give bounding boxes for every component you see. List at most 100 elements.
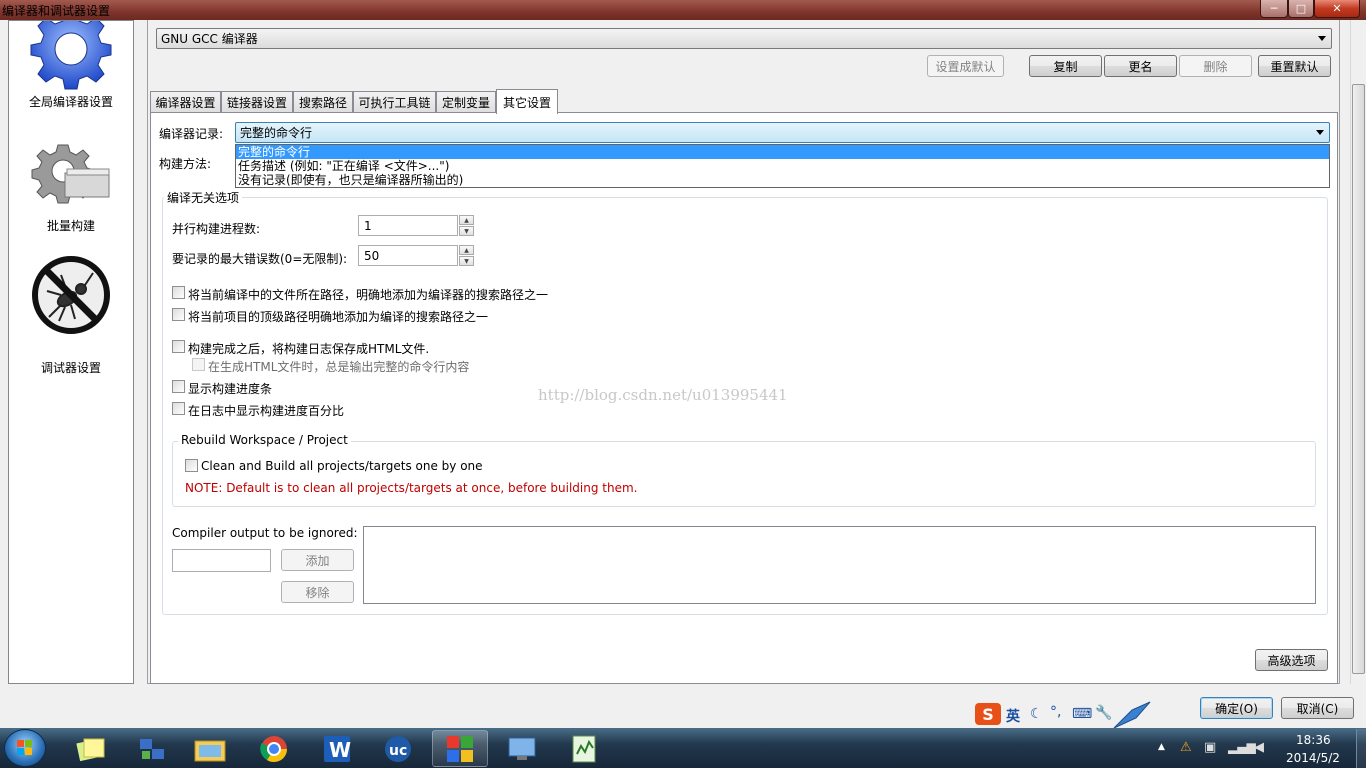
watermark: http://blog.csdn.net/u013995441 (538, 386, 788, 404)
max-errors-input[interactable]: 50 (358, 245, 458, 266)
scrollbar[interactable] (1350, 20, 1366, 684)
tab-linker-settings[interactable]: 链接器设置 (221, 91, 293, 113)
rename-button[interactable]: 更名 (1104, 55, 1177, 77)
add-file-path-checkbox[interactable] (172, 286, 185, 299)
logging-select[interactable]: 完整的命令行 (235, 122, 1330, 143)
progress-percent-label: 在日志中显示构建进度百分比 (188, 404, 345, 418)
taskbar-network[interactable] (124, 730, 180, 767)
taskbar-uc-browser[interactable]: uc (370, 730, 426, 767)
tray-device-icon[interactable]: ▣ (1204, 740, 1216, 755)
set-default-button[interactable]: 设置成默认 (927, 55, 1004, 77)
chevron-down-icon (1318, 36, 1326, 41)
add-project-path-label: 将当前项目的顶级路径明确地添加为编译的搜索路径之一 (188, 310, 489, 324)
tray-expand-icon[interactable]: ▲ (1158, 742, 1165, 752)
clock-time[interactable]: 18:36 (1296, 733, 1331, 747)
ime-lang-toggle[interactable]: 英 (1006, 706, 1020, 726)
sidebar: 全局编译器设置 批量构建 调试器设置 (8, 20, 134, 684)
reset-default-button[interactable]: 重置默认 (1258, 55, 1331, 77)
title-bar: 编译器和调试器设置 (0, 0, 1366, 20)
sogou-ime-icon[interactable]: S (975, 703, 1001, 725)
close-button[interactable]: ✕ (1314, 0, 1360, 18)
logging-label: 编译器记录: (159, 127, 224, 141)
taskbar-remote-desktop[interactable] (494, 730, 550, 767)
windows-logo-icon (17, 740, 32, 755)
taskbar-notepad[interactable] (556, 730, 612, 767)
ime-punct-icon[interactable]: °, (1050, 704, 1061, 720)
save-html-log-label: 构建完成之后，将构建日志保存成HTML文件. (188, 342, 430, 356)
maximize-button[interactable]: □ (1288, 0, 1314, 18)
sticky-notes-icon (76, 738, 105, 761)
divider (172, 275, 1315, 276)
ok-button[interactable]: 确定(O) (1200, 697, 1273, 719)
close-icon: ✕ (1332, 2, 1342, 15)
tray-network-icon[interactable]: ▂▄▆ (1228, 740, 1256, 754)
tab-other-settings[interactable]: 其它设置 (496, 89, 558, 114)
taskbar-wps[interactable]: W (309, 730, 365, 767)
start-button[interactable] (4, 729, 46, 767)
taskbar-sticky-notes[interactable] (62, 730, 118, 767)
folder-icon (194, 740, 226, 761)
word-icon: W (324, 735, 351, 762)
rebuild-group (172, 441, 1316, 507)
tab-search-paths[interactable]: 搜索路径 (293, 91, 353, 113)
taskbar-codeblocks[interactable] (432, 730, 488, 767)
delete-button[interactable]: 删除 (1179, 55, 1252, 77)
notepad-icon (572, 735, 596, 762)
scrollbar-thumb[interactable] (1352, 84, 1365, 674)
progress-bar-label: 显示构建进度条 (188, 382, 273, 396)
dropdown-option[interactable]: 任务描述 (例如: "正在编译 <文件>...") (236, 159, 1329, 173)
add-project-path-checkbox[interactable] (172, 308, 185, 321)
ignored-output-input[interactable] (172, 549, 271, 572)
save-html-log-checkbox[interactable] (172, 340, 185, 353)
show-desktop-button[interactable] (1356, 729, 1366, 768)
tray-volume-icon[interactable]: ◀ (1254, 740, 1264, 755)
ime-keyboard-icon[interactable]: ⌨ (1072, 706, 1092, 722)
sidebar-item-label: 批量构建 (46, 219, 95, 233)
ignored-output-list[interactable] (363, 526, 1316, 604)
sidebar-item-batch-build[interactable]: 批量构建 (9, 139, 133, 235)
cancel-button[interactable]: 取消(C) (1281, 697, 1354, 719)
minimize-button[interactable]: ─ (1260, 0, 1288, 18)
clock-date[interactable]: 2014/5/2 (1286, 751, 1340, 765)
copy-button[interactable]: 复制 (1029, 55, 1102, 77)
compiler-select[interactable]: GNU GCC 编译器 (156, 28, 1332, 49)
ime-wrench-icon[interactable]: 🔧 (1095, 705, 1112, 721)
dropdown-option[interactable]: 没有记录(即使有，也只是编译器所输出的) (236, 173, 1329, 187)
sidebar-item-global-compiler[interactable]: 全局编译器设置 (9, 21, 133, 113)
add-ignored-button[interactable]: 添加 (281, 549, 354, 571)
dropdown-option[interactable]: 完整的命令行 (236, 145, 1329, 159)
full-cmdline-html-checkbox[interactable] (192, 358, 205, 371)
sidebar-item-debugger[interactable]: 调试器设置 (9, 255, 133, 375)
build-method-label: 构建方法: (159, 157, 212, 171)
svg-text:W: W (329, 738, 351, 762)
advanced-options-button[interactable]: 高级选项 (1255, 649, 1328, 671)
debugger-bug-icon (32, 256, 110, 334)
clean-build-checkbox[interactable] (185, 459, 198, 472)
spin-up-icon[interactable]: ▲ (459, 245, 474, 255)
taskbar-chrome[interactable] (246, 730, 302, 767)
tab-compiler-settings[interactable]: 编译器设置 (150, 91, 221, 113)
tab-toolchain[interactable]: 可执行工具链 (353, 91, 436, 113)
progress-bar-checkbox[interactable] (172, 380, 185, 393)
ime-moon-icon[interactable]: ☾ (1030, 706, 1043, 722)
codeblocks-icon (447, 735, 473, 762)
tab-custom-vars[interactable]: 定制变量 (436, 91, 496, 113)
progress-percent-checkbox[interactable] (172, 402, 185, 415)
taskbar-explorer[interactable] (182, 730, 238, 767)
sidebar-item-label: 全局编译器设置 (28, 95, 113, 109)
svg-text:uc: uc (389, 743, 407, 759)
spin-down-icon[interactable]: ▼ (459, 226, 474, 236)
chrome-icon (260, 735, 288, 762)
tray-warning-icon[interactable]: ⚠ (1180, 740, 1192, 755)
rebuild-title: Rebuild Workspace / Project (178, 433, 351, 447)
spin-up-icon[interactable]: ▲ (459, 215, 474, 225)
full-cmdline-html-label: 在生成HTML文件时，总是输出完整的命令行内容 (208, 360, 470, 374)
window-title: 编译器和调试器设置 (2, 4, 111, 18)
parallel-input[interactable]: 1 (358, 215, 458, 236)
uc-browser-icon: uc (385, 735, 411, 762)
remove-ignored-button[interactable]: 移除 (281, 581, 354, 603)
sidebar-item-label: 调试器设置 (40, 361, 101, 375)
divider (172, 516, 1315, 517)
spin-down-icon[interactable]: ▼ (459, 256, 474, 266)
max-errors-label: 要记录的最大错误数(0=无限制): (172, 252, 348, 266)
